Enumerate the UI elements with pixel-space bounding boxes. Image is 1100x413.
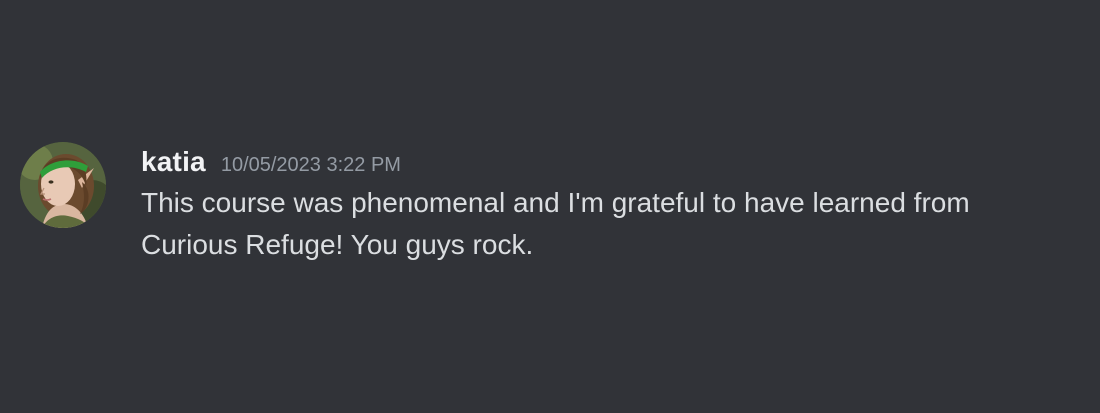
avatar-image	[20, 142, 106, 228]
avatar[interactable]	[20, 142, 106, 228]
message-text: This course was phenomenal and I'm grate…	[141, 187, 970, 260]
username[interactable]: katia	[141, 142, 206, 182]
timestamp[interactable]: 10/05/2023 3:22 PM	[221, 145, 401, 185]
message-content: katia 10/05/2023 3:22 PM This course was…	[141, 142, 1091, 266]
message-header: katia 10/05/2023 3:22 PM	[141, 142, 1091, 182]
